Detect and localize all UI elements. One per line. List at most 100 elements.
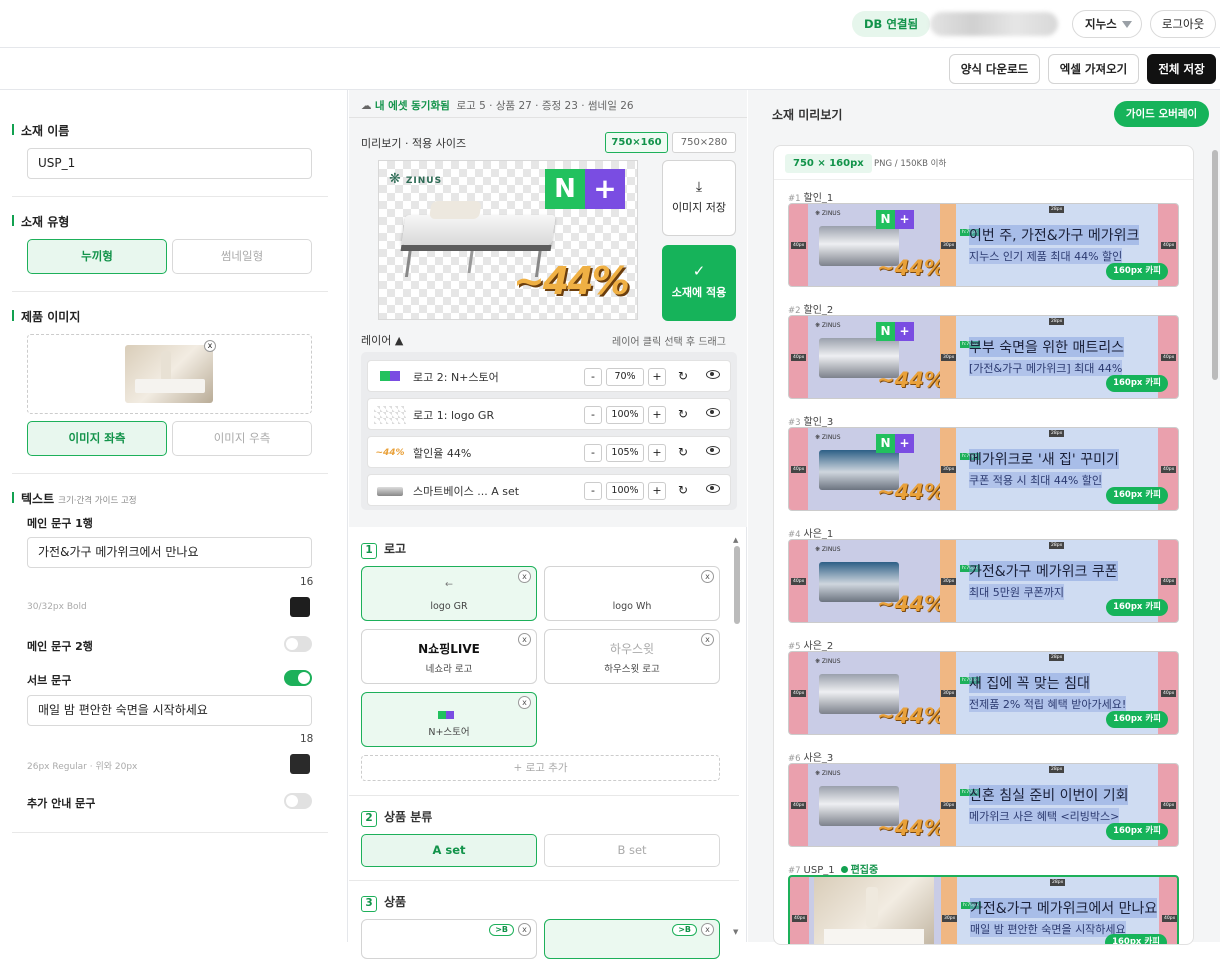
banner-preview[interactable]: ❋ ZINUS N + ~44% 40px 30px 40px 28px h:70px 메가위크로…: [788, 427, 1179, 511]
copy-160px-button[interactable]: 160px 카피: [1106, 375, 1168, 392]
layer-scale-input[interactable]: 100%: [606, 482, 644, 500]
material-preview-list: 750 × 160px PNG / 150KB 이하 #1 할인_1 ❋ ZINUS…: [773, 145, 1194, 945]
eye-icon[interactable]: [706, 446, 720, 455]
margin-marker: 40px: [791, 354, 807, 361]
preview-item[interactable]: #1 할인_1 ❋ ZINUS N + ~44% 40px 30px 40px 28px h:70p…: [774, 187, 1193, 299]
increase-button[interactable]: +: [648, 444, 666, 462]
preview-item[interactable]: #6 사은_3 ❋ ZINUS ~44% 40px 30px 40px 28px h:70px 신…: [774, 747, 1193, 859]
size-750x160-button[interactable]: 750×160: [605, 132, 668, 153]
image-left-toggle[interactable]: 이미지 좌측: [27, 421, 167, 456]
copy-160px-button[interactable]: 160px 카피: [1106, 823, 1168, 840]
eye-icon[interactable]: [706, 370, 720, 379]
logo-card[interactable]: x N+스토어: [361, 692, 537, 747]
main-line1-input[interactable]: 가전&가구 메가위크에서 만나요: [27, 537, 312, 568]
increase-button[interactable]: +: [648, 482, 666, 500]
image-right-toggle[interactable]: 이미지 우측: [172, 421, 312, 456]
main-line1-label: 메인 문구 1행: [27, 517, 93, 530]
sub-text-switch[interactable]: [284, 670, 312, 686]
banner-preview[interactable]: 40px 30px 40px 28px h:70px 가전&가구 메가위크에서 만나요 매일…: [788, 875, 1179, 944]
remove-icon[interactable]: x: [518, 923, 531, 936]
zinus-logo: ❋ ZINUS: [389, 171, 443, 187]
logout-button[interactable]: 로그아웃: [1150, 10, 1216, 38]
import-excel-button[interactable]: 엑셀 가져오기: [1048, 54, 1139, 84]
logo-card[interactable]: x N쇼핑LIVE 네쇼라 로고: [361, 629, 537, 684]
add-logo-button[interactable]: + 로고 추가: [361, 755, 720, 781]
user-menu-button[interactable]: 지누스: [1072, 10, 1142, 38]
layer-row[interactable]: 스마트베이스 ... A set - 100% + ↻: [367, 474, 731, 506]
guide-overlay-button[interactable]: 가이드 오버레이: [1114, 101, 1209, 127]
logo-card[interactable]: x ← logo GR: [361, 566, 537, 621]
copy-160px-button[interactable]: 160px 카피: [1105, 934, 1167, 944]
decrease-button[interactable]: -: [584, 368, 602, 386]
editor-scrollbar[interactable]: ▲ ▼: [733, 536, 741, 936]
preview-item[interactable]: #4 사은_1 ❋ ZINUS ~44% 40px 30px 40px 28px h:70px 가…: [774, 523, 1193, 635]
rotate-icon[interactable]: ↻: [678, 369, 688, 383]
increase-button[interactable]: +: [648, 368, 666, 386]
set-b-toggle[interactable]: B set: [544, 834, 720, 867]
layers-title[interactable]: 레이어 ▲: [361, 332, 403, 348]
increase-button[interactable]: +: [648, 406, 666, 424]
banner-preview[interactable]: ❋ ZINUS ~44% 40px 30px 40px 28px h:70px 새 집에 꼭 …: [788, 651, 1179, 735]
layers-hint: 레이어 클릭 선택 후 드래그: [612, 337, 726, 348]
npay-plus-logo: N +: [545, 169, 625, 209]
copy-160px-button[interactable]: 160px 카피: [1106, 599, 1168, 616]
preview-item[interactable]: #5 사은_2 ❋ ZINUS ~44% 40px 30px 40px 28px h:70px 새…: [774, 635, 1193, 747]
copy-160px-button[interactable]: 160px 카피: [1106, 487, 1168, 504]
eye-icon[interactable]: [706, 484, 720, 493]
layer-row[interactable]: 로고 1: logo GR - 100% + ↻: [367, 398, 731, 430]
preview-scrollbar[interactable]: [1212, 140, 1218, 940]
type-cutout-toggle[interactable]: 누끼형: [27, 239, 167, 274]
remove-icon[interactable]: x: [701, 570, 714, 583]
remove-icon[interactable]: x: [518, 696, 531, 709]
margin-marker: 30px: [941, 354, 957, 361]
preview-item[interactable]: #3 할인_3 ❋ ZINUS N + ~44% 40px 30px 40px 28px h:70p…: [774, 411, 1193, 523]
decrease-button[interactable]: -: [584, 444, 602, 462]
logo-card[interactable]: x 하우스윗 하우스윗 로고: [544, 629, 720, 684]
banner-zinus-logo: ❋ ZINUS: [815, 770, 841, 777]
download-template-button[interactable]: 양식 다운로드: [949, 54, 1040, 84]
rotate-icon[interactable]: ↻: [678, 483, 688, 497]
type-thumbnail-toggle[interactable]: 썸네일형: [172, 239, 312, 274]
banner-preview[interactable]: ❋ ZINUS N + ~44% 40px 30px 40px 28px h:70px 부부 숙면…: [788, 315, 1179, 399]
preview-item[interactable]: #2 할인_2 ❋ ZINUS N + ~44% 40px 30px 40px 28px h:70p…: [774, 299, 1193, 411]
npay-plus-mini-logo: [438, 711, 454, 719]
product-image-dropzone[interactable]: x: [27, 334, 312, 414]
sub-text-input[interactable]: 매일 밤 편안한 숙면을 시작하세요: [27, 695, 312, 726]
copy-160px-button[interactable]: 160px 카피: [1106, 711, 1168, 728]
remove-image-icon[interactable]: x: [204, 340, 216, 352]
rotate-icon[interactable]: ↻: [678, 407, 688, 421]
decrease-button[interactable]: -: [584, 406, 602, 424]
banner-preview[interactable]: ❋ ZINUS ~44% 40px 30px 40px 28px h:70px 신혼 침실 준…: [788, 763, 1179, 847]
layer-scale-input[interactable]: 105%: [606, 444, 644, 462]
save-image-button[interactable]: ⤓ 이미지 저장: [662, 160, 736, 236]
layer-scale-input[interactable]: 100%: [606, 406, 644, 424]
banner-preview[interactable]: ❋ ZINUS N + ~44% 40px 30px 40px 28px h:70px 이번 주,…: [788, 203, 1179, 287]
save-all-button[interactable]: 전체 저장: [1147, 54, 1216, 84]
logo-card[interactable]: x logo Wh: [544, 566, 720, 621]
margin-marker: 40px: [1161, 802, 1177, 809]
remove-icon[interactable]: x: [701, 923, 714, 936]
product-card[interactable]: >B x: [361, 919, 537, 959]
banner-product-image: [814, 877, 934, 944]
banner-zinus-logo: ❋ ZINUS: [815, 210, 841, 217]
preview-item[interactable]: #7 USP_1 편집중 40px 30px 40px 28px h:70px 가전&가구 메가…: [774, 859, 1193, 944]
sub-text-color-swatch[interactable]: [290, 754, 310, 774]
copy-160px-button[interactable]: 160px 카피: [1106, 263, 1168, 280]
banner-sub-text: 지누스 인기 제품 최대 44% 할인: [969, 248, 1123, 264]
decrease-button[interactable]: -: [584, 482, 602, 500]
layer-scale-input[interactable]: 70%: [606, 368, 644, 386]
product-card[interactable]: >B x: [544, 919, 720, 959]
material-name-input[interactable]: USP_1: [27, 148, 312, 179]
banner-preview[interactable]: ❋ ZINUS ~44% 40px 30px 40px 28px h:70px 가전&가구 메…: [788, 539, 1179, 623]
apply-to-material-button[interactable]: ✓ 소재에 적용: [662, 245, 736, 321]
eye-icon[interactable]: [706, 408, 720, 417]
layer-row[interactable]: ~44% 할인율 44% - 105% + ↻: [367, 436, 731, 468]
main-line1-color-swatch[interactable]: [290, 597, 310, 617]
main-line2-switch[interactable]: [284, 636, 312, 652]
extra-notice-switch[interactable]: [284, 793, 312, 809]
set-a-toggle[interactable]: A set: [361, 834, 537, 867]
size-750x280-button[interactable]: 750×280: [672, 132, 736, 153]
rotate-icon[interactable]: ↻: [678, 445, 688, 459]
layer-row[interactable]: 로고 2: N+스토어 - 70% + ↻: [367, 360, 731, 392]
preview-canvas[interactable]: ❋ ZINUS N + ~44%: [378, 160, 638, 320]
